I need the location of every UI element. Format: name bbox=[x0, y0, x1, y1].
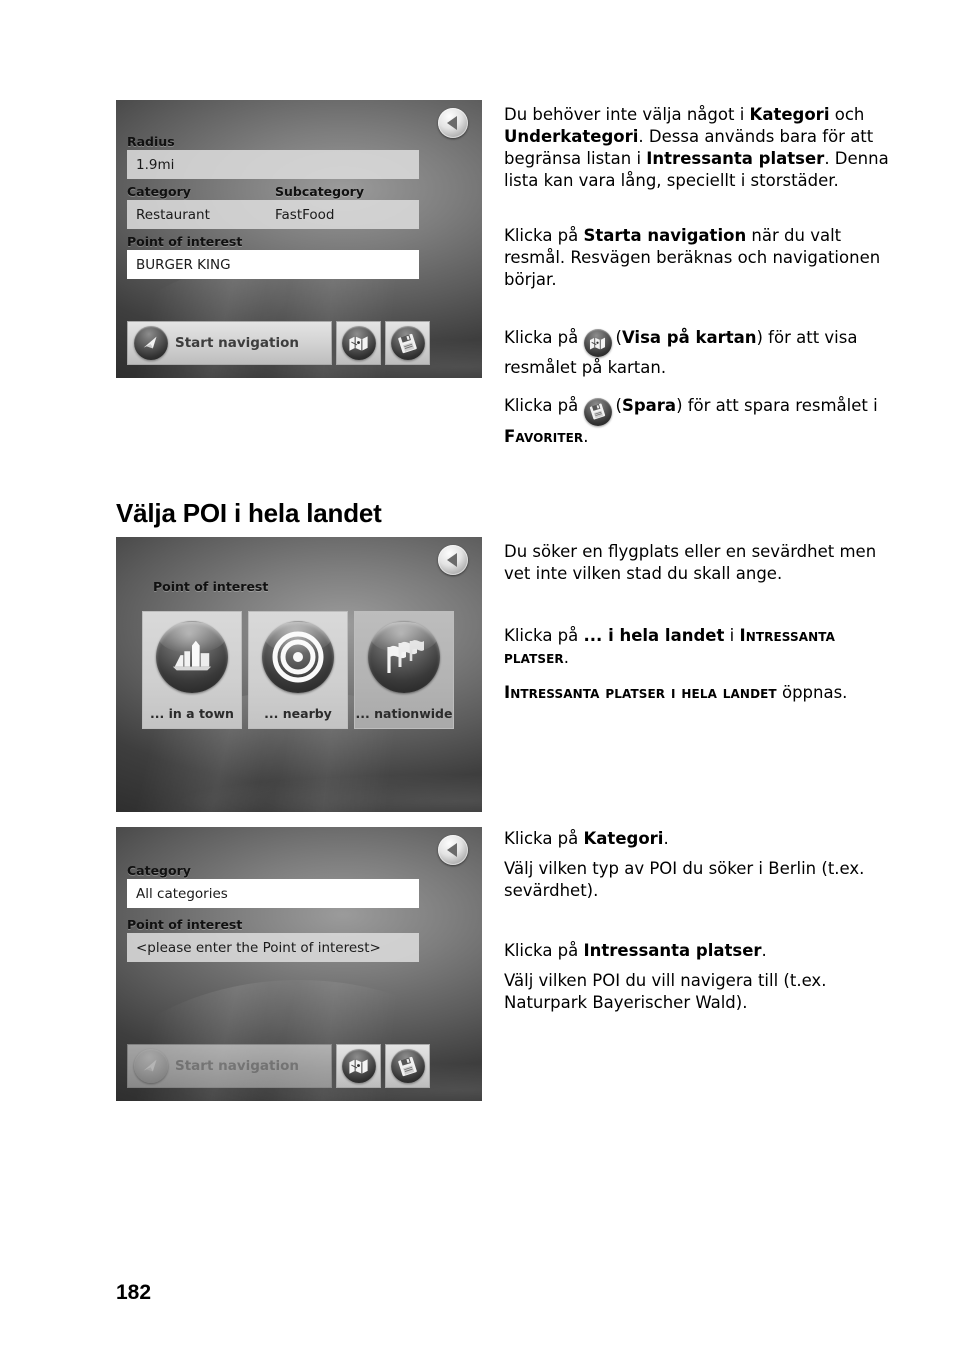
paragraph-choose-poi-type: Välj vilken typ av POI du söker i Berlin… bbox=[504, 858, 865, 900]
show-on-map-button[interactable] bbox=[336, 1044, 381, 1088]
point-of-interest-placeholder: <please enter the Point of interest> bbox=[136, 939, 381, 956]
category-value: Restaurant bbox=[136, 206, 210, 223]
instructions-block-3: Klicka på Kategori. Välj vilken typ av P… bbox=[504, 828, 892, 1014]
point-of-interest-value: BURGER KING bbox=[136, 256, 231, 273]
term-starta-navigation: Starta navigation bbox=[583, 225, 747, 245]
start-navigation-button[interactable]: Start navigation bbox=[127, 1044, 332, 1088]
subcategory-label: Subcategory bbox=[275, 184, 364, 199]
instructions-block-1: Du behöver inte välja något i Kategori o… bbox=[504, 104, 892, 447]
show-on-map-icon bbox=[341, 1049, 376, 1083]
target-rings-icon bbox=[262, 621, 334, 693]
paragraph-click-nationwide: Klicka på ... i hela landet i Intressant… bbox=[504, 625, 892, 669]
t: Du behöver inte välja något i bbox=[504, 105, 750, 124]
t: Klicka på bbox=[504, 225, 584, 245]
poi-scope-label: ... nearby bbox=[264, 706, 332, 721]
radius-value: 1.9mi bbox=[136, 156, 175, 173]
page-title: Välja POI i hela landet bbox=[116, 498, 382, 528]
term-kategori: Kategori bbox=[583, 829, 664, 848]
device-screenshot-poi-result: Radius 1.9mi Category Subcategory Restau… bbox=[116, 100, 482, 378]
poi-scope-label: ... in a town bbox=[150, 706, 234, 721]
navigation-arrow-icon bbox=[134, 326, 168, 360]
poi-chooser-title: Point of interest bbox=[153, 579, 269, 594]
back-arrow-icon[interactable] bbox=[438, 108, 468, 138]
subcategory-value: FastFood bbox=[275, 206, 335, 223]
poi-scope-nearby[interactable]: ... nearby bbox=[248, 611, 348, 729]
poi-scope-in-a-town[interactable]: ... in a town bbox=[142, 611, 242, 729]
paragraph-show-on-map: Klicka på (Visa på kartan) för att visa … bbox=[504, 327, 892, 379]
category-value: All categories bbox=[136, 885, 228, 902]
navigation-arrow-icon bbox=[134, 1049, 168, 1083]
poi-scope-nationwide[interactable]: ... nationwide bbox=[354, 611, 454, 729]
device-screenshot-poi-nationwide: Category All categories Point of interes… bbox=[116, 827, 482, 1101]
t: . bbox=[761, 940, 767, 960]
back-arrow-icon[interactable] bbox=[438, 545, 468, 575]
action-bar: Start navigation bbox=[127, 321, 430, 365]
t: . bbox=[583, 426, 589, 446]
term-favoriter: Favoriter bbox=[504, 426, 584, 446]
term-spara: Spara bbox=[621, 396, 677, 415]
t: och bbox=[829, 105, 865, 124]
category-label: Category bbox=[127, 863, 191, 878]
start-navigation-label: Start navigation bbox=[175, 335, 299, 351]
start-navigation-button[interactable]: Start navigation bbox=[127, 321, 332, 365]
save-icon bbox=[390, 326, 425, 360]
city-skyline-icon bbox=[156, 621, 228, 693]
t: Klicka på bbox=[504, 940, 584, 960]
t: i bbox=[724, 625, 740, 645]
radius-field[interactable]: 1.9mi bbox=[127, 150, 419, 179]
t: . bbox=[563, 647, 570, 667]
show-on-map-icon bbox=[341, 326, 376, 360]
poi-scope-label: ... nationwide bbox=[355, 706, 453, 721]
point-of-interest-label: Point of interest bbox=[127, 917, 243, 932]
paragraph-click-kategori: Klicka på Kategori. bbox=[504, 828, 892, 850]
paragraph-save: Klicka på (Spara) för att spara resmålet… bbox=[504, 395, 892, 447]
save-button[interactable] bbox=[385, 321, 430, 365]
category-field[interactable]: Restaurant FastFood bbox=[127, 200, 419, 229]
save-icon bbox=[390, 1049, 425, 1083]
term-intressanta-platser: Intressanta platser bbox=[583, 940, 762, 960]
paragraph-choose-poi: Välj vilken POI du vill navigera till (t… bbox=[504, 970, 827, 1012]
t: Klicka på bbox=[504, 396, 584, 415]
device-screenshot-poi-chooser: Point of interest ... in a town ... near… bbox=[116, 537, 482, 812]
paragraph-click-intressanta-platser: Klicka på Intressanta platser. bbox=[504, 940, 892, 962]
flags-icon bbox=[368, 621, 440, 693]
t: ) för att spara resmålet i bbox=[676, 396, 878, 415]
back-arrow-icon[interactable] bbox=[438, 835, 468, 865]
instructions-block-2: Du söker en flygplats eller en sevärdhet… bbox=[504, 541, 892, 704]
action-bar: Start navigation bbox=[127, 1044, 430, 1088]
paragraph-start-navigation: Klicka på Starta navigation när du valt … bbox=[504, 225, 892, 291]
save-icon-inline bbox=[583, 397, 612, 426]
point-of-interest-label: Point of interest bbox=[127, 234, 243, 249]
t: Klicka på bbox=[504, 829, 584, 848]
paragraph-kategori-note: Du behöver inte välja något i Kategori o… bbox=[504, 104, 892, 192]
page-number: 182 bbox=[116, 1281, 152, 1304]
manual-page: Radius 1.9mi Category Subcategory Restau… bbox=[0, 0, 954, 1355]
paragraph-search-intro: Du söker en flygplats eller en sevärdhet… bbox=[504, 542, 877, 583]
paragraph-opens: Intressanta platser i hela landet öppnas… bbox=[504, 682, 892, 704]
term-intressanta-platser-i-hela-landet: Intressanta platser i hela landet bbox=[504, 682, 777, 702]
point-of-interest-field[interactable]: <please enter the Point of interest> bbox=[127, 933, 419, 962]
t: . bbox=[663, 829, 669, 848]
term-intressanta-platser: Intressanta platser bbox=[646, 148, 825, 168]
save-button[interactable] bbox=[385, 1044, 430, 1088]
show-on-map-button[interactable] bbox=[336, 321, 381, 365]
term-kategori: Kategori bbox=[749, 105, 830, 124]
point-of-interest-field[interactable]: BURGER KING bbox=[127, 250, 419, 279]
poi-scope-tiles: ... in a town ... nearby ... nationwide bbox=[142, 611, 454, 729]
category-field[interactable]: All categories bbox=[127, 879, 419, 908]
t: öppnas. bbox=[776, 682, 848, 702]
t: Klicka på bbox=[504, 327, 584, 347]
t: Klicka på bbox=[504, 625, 584, 645]
term-i-hela-landet: ... i hela landet bbox=[583, 625, 725, 645]
start-navigation-label: Start navigation bbox=[175, 1058, 299, 1074]
category-label: Category bbox=[127, 184, 191, 199]
term-underkategori: Underkategori bbox=[504, 126, 639, 146]
show-on-map-icon-inline bbox=[583, 329, 612, 358]
radius-label: Radius bbox=[127, 134, 175, 149]
term-visa-pa-kartan: Visa på kartan bbox=[621, 327, 757, 347]
